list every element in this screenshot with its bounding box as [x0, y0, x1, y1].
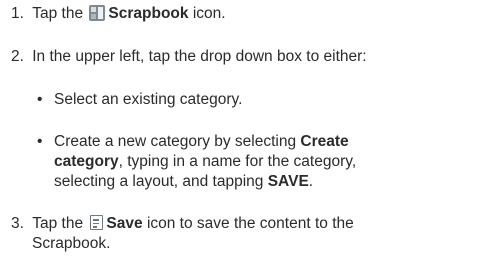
bullet-marker: • [37, 133, 43, 150]
step-3-line-2: Scrapbook. [32, 234, 110, 254]
bullet-create-category-line-2: category, typing in a name for the categ… [54, 152, 356, 172]
step-number: 3. [11, 215, 24, 232]
step-text: Scrapbook. [32, 235, 111, 252]
bullet-create-category-line-3: selecting a layout, and tapping SAVE. [54, 172, 313, 192]
step-number: 2. [11, 48, 24, 65]
bullet-create-category-line-1: Create a new category by selecting Creat… [54, 132, 349, 152]
step-text: icon to save the content to the [146, 215, 354, 232]
step-2: 2. In the upper left, tap the drop down … [11, 47, 367, 67]
step-1: 1. Tap the Scrapbook icon. [11, 4, 226, 24]
step-text: Tap the [32, 5, 84, 22]
instructions-document: 1. Tap the Scrapbook icon. 2. In the upp… [0, 0, 494, 259]
step-text: Tap the [32, 215, 84, 232]
step-number: 1. [11, 5, 24, 22]
bullet-text: selecting a layout, and tapping [54, 173, 264, 190]
bullet-text: Create a new category by selecting [54, 133, 297, 150]
bullet-text: Select an existing category. [54, 91, 243, 108]
save-icon [90, 215, 104, 230]
save-icon-label: Save [106, 215, 143, 232]
bullet-text: , typing in a name for the category, [118, 153, 357, 170]
step-text: icon. [192, 5, 226, 22]
category-label: category [54, 153, 119, 170]
bullet-select-existing: Select an existing category. [54, 90, 242, 110]
step-3: 3. Tap the Save icon to save the content… [11, 214, 354, 234]
scrapbook-icon [89, 5, 106, 21]
step-text: In the upper left, tap the drop down box… [32, 48, 367, 65]
bullet-text: . [308, 173, 314, 190]
save-label: SAVE [267, 173, 309, 190]
create-label: Create [300, 133, 349, 150]
scrapbook-label: Scrapbook [108, 5, 189, 22]
bullet-marker: • [37, 91, 43, 108]
